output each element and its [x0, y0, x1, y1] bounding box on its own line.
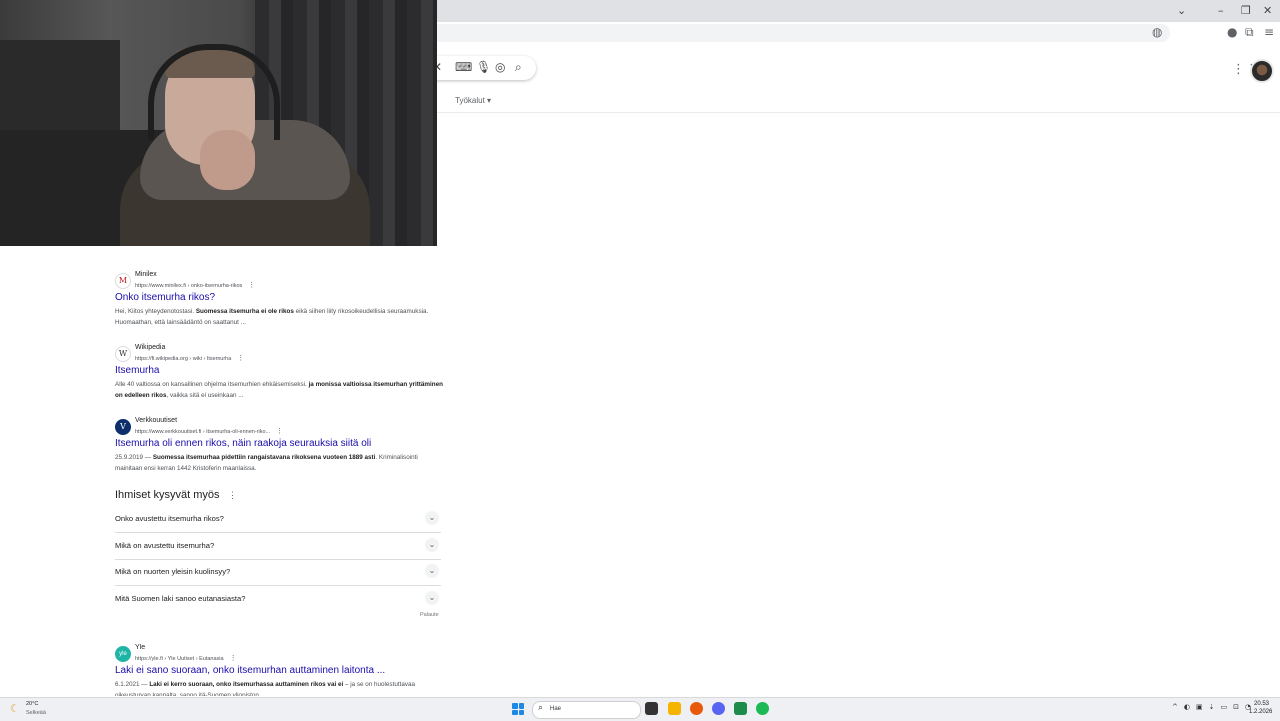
tab-search-chevron-icon[interactable]: ⌄	[1177, 4, 1186, 17]
more-options-icon[interactable]: ⋮	[237, 355, 244, 362]
search-input[interactable]: ✕ ⌨ 🎙 ◎ ⌕	[420, 56, 536, 80]
webcam-overlay	[0, 0, 437, 246]
translate-icon[interactable]: ◍	[1152, 25, 1162, 39]
search-icon[interactable]: ⌕	[515, 60, 522, 75]
people-also-ask-heading: Ihmiset kysyvät myös	[115, 489, 220, 501]
task-view-icon[interactable]	[645, 702, 658, 715]
chevron-down-icon[interactable]: ⌄	[425, 591, 439, 605]
search-result: yle Yle https://yle.fi › Yle Uutiset › E…	[115, 644, 445, 696]
clock-time[interactable]: 20.53	[1254, 701, 1269, 707]
result-site-name: Verkkouutiset	[135, 417, 178, 424]
keyboard-icon[interactable]: ⌨	[455, 60, 472, 74]
moon-weather-icon[interactable]: ☾	[10, 702, 20, 715]
result-url[interactable]: https://yle.fi › Yle Uutiset › Eutanasia…	[135, 654, 237, 662]
wikipedia-favicon: W	[115, 346, 131, 362]
start-button[interactable]	[512, 703, 524, 715]
result-title-link[interactable]: Laki ei sano suoraan, onko itsemurhan au…	[115, 665, 385, 676]
minilex-favicon: M	[115, 273, 131, 289]
result-url[interactable]: https://fi.wikipedia.org › wiki › Itsemu…	[135, 354, 244, 362]
paa-question[interactable]: Mitä Suomen laki sanoo eutanasiasta? ⌄	[115, 586, 441, 612]
minimize-button[interactable]: –	[1218, 4, 1224, 17]
more-options-icon[interactable]: ⋮	[230, 655, 237, 662]
microphone-icon[interactable]: 🎙	[476, 60, 491, 74]
taskbar-search-placeholder: Hae	[550, 706, 562, 712]
more-options-icon[interactable]: ⋮	[248, 282, 255, 289]
paa-question-text: Onko avustettu itsemurha rikos?	[115, 514, 224, 523]
clock-date[interactable]: 1.2.2026	[1249, 709, 1272, 715]
chevron-down-icon[interactable]: ⌄	[425, 538, 439, 552]
result-url[interactable]: https://www.verkkouutiset.fi › itsemurha…	[135, 427, 283, 435]
paa-question[interactable]: Onko avustettu itsemurha rikos? ⌄	[115, 506, 441, 533]
yle-favicon: yle	[115, 646, 131, 662]
system-tray[interactable]: ^◐▣⇣▭⊡◔	[1172, 703, 1257, 711]
tools-tab[interactable]: Työkalut ▾	[455, 96, 491, 105]
result-title-link[interactable]: Itsemurha	[115, 365, 159, 376]
more-options-icon[interactable]: ⋮	[228, 490, 237, 501]
spotify-icon[interactable]	[756, 702, 769, 715]
result-snippet: 6.1.2021 — Laki ei kerro suoraan, onko i…	[115, 681, 415, 696]
result-site-name: Yle	[135, 644, 146, 651]
firefox-icon[interactable]	[690, 702, 703, 715]
avatar[interactable]	[1250, 59, 1274, 83]
verkkouutiset-favicon: V	[115, 419, 131, 435]
result-url[interactable]: https://www.minilex.fi › onko-itsemurha-…	[135, 281, 255, 289]
result-snippet: Hei, Kiitos yhteydenotostasi. Suomessa i…	[115, 308, 429, 326]
tools-label: Työkalut	[455, 96, 485, 105]
close-window-button[interactable]: ✕	[1263, 4, 1272, 17]
taskbar-search[interactable]: ⌕ Hae	[532, 701, 641, 719]
paa-question[interactable]: Mikä on nuorten yleisin kuolinsyy? ⌄	[115, 559, 441, 586]
menu-icon[interactable]: ≡	[1264, 25, 1274, 39]
more-options-icon[interactable]: ⋮	[276, 428, 283, 435]
taskbar: ☾ 20°C Selkeää ⌕ Hae ^◐▣⇣▭⊡◔ 20.53 1.2.2…	[0, 697, 1280, 721]
result-title-link[interactable]: Itsemurha oli ennen rikos, näin raakoja …	[115, 438, 371, 449]
weather-description: Selkeää	[26, 710, 46, 716]
chevron-down-icon[interactable]: ⌄	[425, 564, 439, 578]
profile-icon[interactable]: ●	[1227, 25, 1237, 39]
feedback-link[interactable]: Palaute	[420, 612, 439, 618]
whatsapp-icon[interactable]	[734, 702, 747, 715]
paa-question-text: Mikä on nuorten yleisin kuolinsyy?	[115, 567, 231, 576]
discord-icon[interactable]	[712, 702, 725, 715]
url-field[interactable]	[430, 24, 1170, 42]
file-explorer-icon[interactable]	[668, 702, 681, 715]
paa-question-text: Mikä on avustettu itsemurha?	[115, 541, 215, 550]
chevron-down-icon[interactable]: ⌄	[425, 511, 439, 525]
weather-temperature: 20°C	[26, 701, 39, 707]
paa-question-text: Mitä Suomen laki sanoo eutanasiasta?	[115, 594, 246, 603]
search-icon: ⌕	[538, 703, 544, 713]
paa-question[interactable]: Mikä on avustettu itsemurha? ⌄	[115, 533, 441, 560]
extension-icon[interactable]: ⧉	[1245, 25, 1254, 40]
result-snippet: 25.9.2019 — Suomessa itsemurhaa pidettii…	[115, 454, 418, 472]
result-title-link[interactable]: Onko itsemurha rikos?	[115, 292, 215, 303]
result-site-name: Wikipedia	[135, 344, 166, 351]
result-snippet: Alle 40 valtiossa on kansallinen ohjelma…	[115, 381, 443, 399]
restore-button[interactable]: ❐	[1241, 4, 1251, 17]
result-site-name: Minilex	[135, 271, 157, 278]
camera-search-icon[interactable]: ◎	[495, 60, 505, 74]
